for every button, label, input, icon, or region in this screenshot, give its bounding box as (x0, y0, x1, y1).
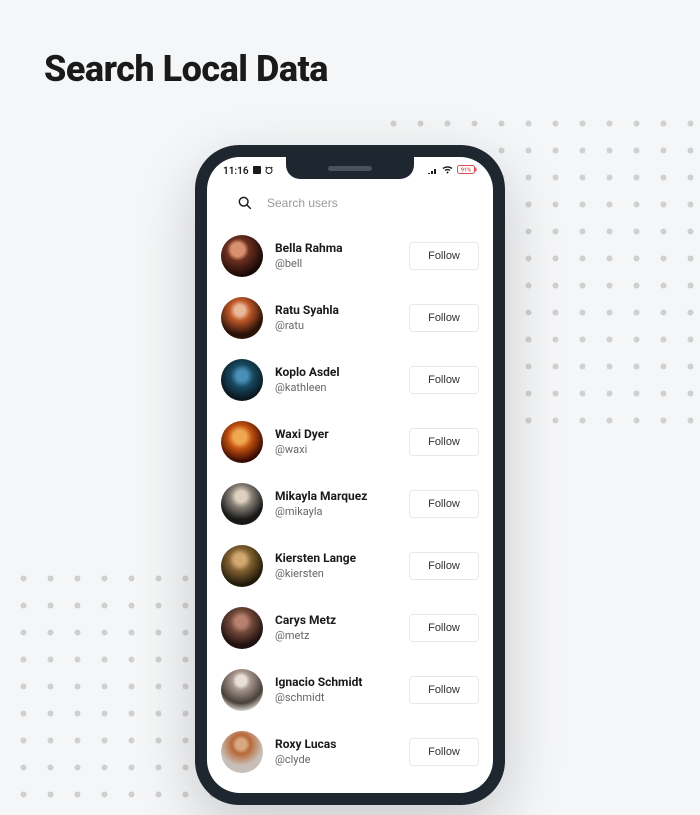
status-battery-icon: 91% (457, 165, 477, 177)
list-item[interactable]: Koplo Asdel @kathleen Follow (221, 349, 479, 411)
status-signal-icon (428, 166, 438, 177)
user-name: Kiersten Lange (275, 551, 397, 567)
user-info: Roxy Lucas @clyde (275, 737, 397, 767)
avatar (221, 483, 263, 525)
user-name: Ignacio Schmidt (275, 675, 397, 691)
user-name: Bella Rahma (275, 241, 397, 257)
user-info: Kiersten Lange @kiersten (275, 551, 397, 581)
avatar (221, 421, 263, 463)
user-info: Ratu Syahla @ratu (275, 303, 397, 333)
svg-text:91%: 91% (461, 168, 471, 174)
status-time: 11:16 (223, 166, 249, 177)
user-handle: @metz (275, 629, 397, 643)
search-bar[interactable] (207, 185, 493, 219)
user-handle: @mikayla (275, 505, 397, 519)
phone-notch (286, 157, 414, 179)
user-info: Mikayla Marquez @mikayla (275, 489, 397, 519)
user-name: Mikayla Marquez (275, 489, 397, 505)
follow-button[interactable]: Follow (409, 490, 479, 518)
follow-button[interactable]: Follow (409, 676, 479, 704)
user-handle: @bell (275, 257, 397, 271)
page-title: Search Local Data (44, 48, 328, 90)
phone-frame: 11:16 91% (195, 145, 505, 805)
avatar (221, 359, 263, 401)
user-info: Bella Rahma @bell (275, 241, 397, 271)
list-item[interactable]: Bella Rahma @bell Follow (221, 225, 479, 287)
phone-screen: 11:16 91% (207, 157, 493, 793)
search-input[interactable] (267, 196, 469, 210)
avatar (221, 669, 263, 711)
user-name: Ratu Syahla (275, 303, 397, 319)
user-name: Roxy Lucas (275, 737, 397, 753)
status-alarm-icon (265, 166, 273, 177)
user-name: Koplo Asdel (275, 365, 397, 381)
status-wifi-icon (442, 166, 453, 177)
avatar (221, 607, 263, 649)
user-handle: @kathleen (275, 381, 397, 395)
user-name: Carys Metz (275, 613, 397, 629)
user-name: Waxi Dyer (275, 427, 397, 443)
user-handle: @waxi (275, 443, 397, 457)
avatar (221, 235, 263, 277)
list-item[interactable]: Mikayla Marquez @mikayla Follow (221, 473, 479, 535)
avatar (221, 731, 263, 773)
user-info: Waxi Dyer @waxi (275, 427, 397, 457)
list-item[interactable]: Carys Metz @metz Follow (221, 597, 479, 659)
list-item[interactable]: Ratu Syahla @ratu Follow (221, 287, 479, 349)
follow-button[interactable]: Follow (409, 428, 479, 456)
user-handle: @schmidt (275, 691, 397, 705)
user-list: Bella Rahma @bell Follow Ratu Syahla @ra… (207, 219, 493, 783)
user-info: Ignacio Schmidt @schmidt (275, 675, 397, 705)
avatar (221, 297, 263, 339)
search-icon (237, 195, 253, 211)
follow-button[interactable]: Follow (409, 366, 479, 394)
follow-button[interactable]: Follow (409, 304, 479, 332)
list-item[interactable]: Roxy Lucas @clyde Follow (221, 721, 479, 783)
list-item[interactable]: Waxi Dyer @waxi Follow (221, 411, 479, 473)
list-item[interactable]: Ignacio Schmidt @schmidt Follow (221, 659, 479, 721)
list-item[interactable]: Kiersten Lange @kiersten Follow (221, 535, 479, 597)
follow-button[interactable]: Follow (409, 738, 479, 766)
user-handle: @kiersten (275, 567, 397, 581)
follow-button[interactable]: Follow (409, 242, 479, 270)
follow-button[interactable]: Follow (409, 614, 479, 642)
user-info: Koplo Asdel @kathleen (275, 365, 397, 395)
user-info: Carys Metz @metz (275, 613, 397, 643)
user-handle: @clyde (275, 753, 397, 767)
avatar (221, 545, 263, 587)
follow-button[interactable]: Follow (409, 552, 479, 580)
user-handle: @ratu (275, 319, 397, 333)
status-app-icon (253, 166, 261, 177)
